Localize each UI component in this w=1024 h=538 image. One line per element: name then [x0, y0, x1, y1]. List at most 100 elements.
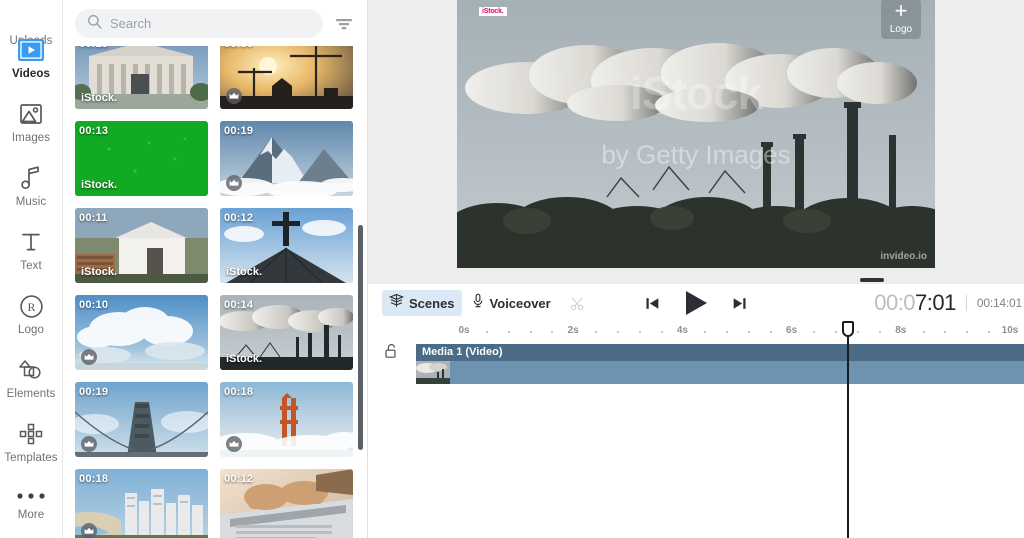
- tab-scenes-label: Scenes: [409, 295, 455, 311]
- media-thumbnail[interactable]: 00:12 iStock.: [220, 208, 353, 283]
- ruler-tick-dot: [922, 331, 925, 333]
- timecode-divider: [965, 295, 967, 311]
- tab-voiceover[interactable]: Voiceover: [464, 290, 558, 316]
- text-icon: [19, 227, 43, 257]
- scissors-icon[interactable]: [570, 296, 585, 311]
- video-stage[interactable]: iStock by Getty Images invideo.io iStock…: [457, 0, 935, 268]
- logo-icon: R: [19, 291, 44, 321]
- media-thumbnail[interactable]: 00:15 iStock.: [75, 46, 208, 109]
- getty-watermark-text: by Getty Images: [601, 139, 791, 170]
- tab-voiceover-label: Voiceover: [489, 295, 551, 311]
- timeline-panel[interactable]: 0s 2s 4s 6s 8s 10s Media 1 (Video): [368, 321, 1024, 538]
- thumbnail-duration: 00:18: [79, 473, 109, 485]
- editor-area: iStock by Getty Images invideo.io iStock…: [368, 0, 1024, 538]
- media-thumbnail[interactable]: 00:14 iStock.: [220, 295, 353, 370]
- invideo-watermark: invideo.io: [880, 251, 927, 262]
- tab-scenes[interactable]: Scenes: [382, 290, 462, 316]
- elements-icon: [18, 355, 44, 385]
- ruler-tick-label: 6s: [786, 325, 798, 336]
- ruler-tick-dot: [966, 331, 969, 333]
- media-thumbnail[interactable]: 00:13 iStock.: [75, 121, 208, 196]
- more-icon: [15, 486, 47, 506]
- skip-previous-icon[interactable]: [644, 295, 661, 312]
- timeline-toolbar: Scenes Voiceover 00:07:01 00:14:01: [368, 284, 1024, 322]
- sidebar-item-templates[interactable]: Templates: [0, 419, 63, 464]
- preview-scene-graphic: [457, 0, 935, 268]
- search-input[interactable]: Search: [75, 9, 323, 38]
- media-thumbnail[interactable]: 00:12: [220, 469, 353, 538]
- unlock-icon[interactable]: [384, 343, 398, 364]
- svg-text:R: R: [27, 300, 35, 314]
- thumbnail-duration: 00:13: [79, 125, 109, 137]
- clip-thumbnail: [416, 361, 450, 384]
- crown-icon: [81, 436, 97, 452]
- preview-scroll-indicator[interactable]: [860, 278, 884, 282]
- crown-icon: [81, 349, 97, 365]
- sidebar-item-images[interactable]: Images: [0, 99, 63, 144]
- current-timecode[interactable]: 00:07:01: [874, 290, 956, 316]
- toolbar-left-group: Scenes Voiceover: [382, 290, 585, 316]
- timeline-ruler[interactable]: 0s 2s 4s 6s 8s 10s: [416, 322, 1024, 344]
- thumbnail-duration: 00:15: [79, 46, 108, 50]
- sidebar-item-more[interactable]: More: [0, 486, 63, 521]
- playhead-handle[interactable]: [841, 321, 854, 337]
- skip-next-icon[interactable]: [731, 295, 748, 312]
- istock-watermark-text: iStock: [629, 66, 763, 119]
- sidebar-item-text[interactable]: Text: [0, 227, 63, 272]
- thumbnail-duration: 00:19: [79, 386, 109, 398]
- sidebar-item-elements[interactable]: Elements: [0, 355, 63, 400]
- video-preview-area: iStock by Getty Images invideo.io iStock…: [368, 0, 1024, 284]
- clip-label: Media 1 (Video): [416, 344, 1024, 361]
- media-grid[interactable]: 00:15 iStock. 00:30 00:13 iStock. 00:19 00…: [63, 46, 367, 538]
- ruler-tick-label: 4s: [676, 325, 688, 336]
- search-placeholder: Search: [110, 16, 152, 31]
- media-thumbnail[interactable]: 00:11 iStock.: [75, 208, 208, 283]
- ruler-tick-dot: [988, 331, 991, 333]
- thumbnail-watermark: iStock.: [226, 266, 263, 278]
- plus-icon: +: [894, 0, 908, 23]
- sidebar-item-videos[interactable]: Videos: [0, 35, 63, 80]
- sidebar-item-music[interactable]: Music: [0, 163, 63, 208]
- media-panel-scrollbar[interactable]: [358, 225, 363, 450]
- sidebar-item-logo[interactable]: R Logo: [0, 291, 63, 336]
- timeline-track-row[interactable]: Media 1 (Video): [416, 344, 1024, 384]
- ruler-tick-dot: [638, 331, 641, 333]
- thumbnail-duration: 00:11: [79, 212, 108, 224]
- media-thumbnail[interactable]: 00:19: [220, 121, 353, 196]
- ruler-tick-dot: [944, 331, 947, 333]
- thumbnail-duration: 00:10: [79, 299, 109, 311]
- sidebar-item-label: Elements: [6, 388, 56, 400]
- left-sidebar: Uploads Videos Images: [0, 0, 63, 538]
- filter-icon[interactable]: [333, 13, 355, 35]
- media-thumbnail[interactable]: 00:18: [75, 469, 208, 538]
- add-logo-label: Logo: [889, 24, 913, 35]
- timeline-playhead[interactable]: [841, 321, 854, 538]
- ruler-tick-label: 8s: [895, 325, 907, 336]
- timeline-clip[interactable]: Media 1 (Video): [416, 344, 1024, 384]
- ruler-tick-label: 2s: [567, 325, 579, 336]
- ruler-tick-dot: [835, 331, 838, 333]
- thumbnail-duration: 00:14: [224, 299, 254, 311]
- crown-icon: [226, 175, 242, 191]
- media-thumbnail[interactable]: 00:30: [220, 46, 353, 109]
- sidebar-item-label: More: [17, 509, 45, 521]
- scenes-icon: [388, 293, 405, 313]
- search-row: Search: [63, 0, 367, 46]
- thumbnail-duration: 00:30: [224, 46, 253, 50]
- play-button[interactable]: [683, 289, 709, 317]
- ruler-tick-dot: [878, 331, 881, 333]
- ruler-tick-label: 0s: [458, 325, 470, 336]
- image-icon: [19, 99, 43, 129]
- sidebar-item-label: Templates: [4, 452, 58, 464]
- thumbnail-duration: 00:18: [224, 386, 254, 398]
- music-icon: [20, 163, 42, 193]
- thumbnail-watermark: iStock.: [81, 266, 118, 278]
- thumbnail-duration: 00:19: [224, 125, 254, 137]
- add-logo-button[interactable]: + Logo: [881, 0, 921, 39]
- media-thumbnail[interactable]: 00:18: [220, 382, 353, 457]
- media-thumbnail[interactable]: 00:10: [75, 295, 208, 370]
- microphone-icon: [471, 293, 485, 313]
- ruler-tick-dot: [747, 331, 750, 333]
- media-thumbnail[interactable]: 00:19: [75, 382, 208, 457]
- ruler-tick-dot: [726, 331, 729, 333]
